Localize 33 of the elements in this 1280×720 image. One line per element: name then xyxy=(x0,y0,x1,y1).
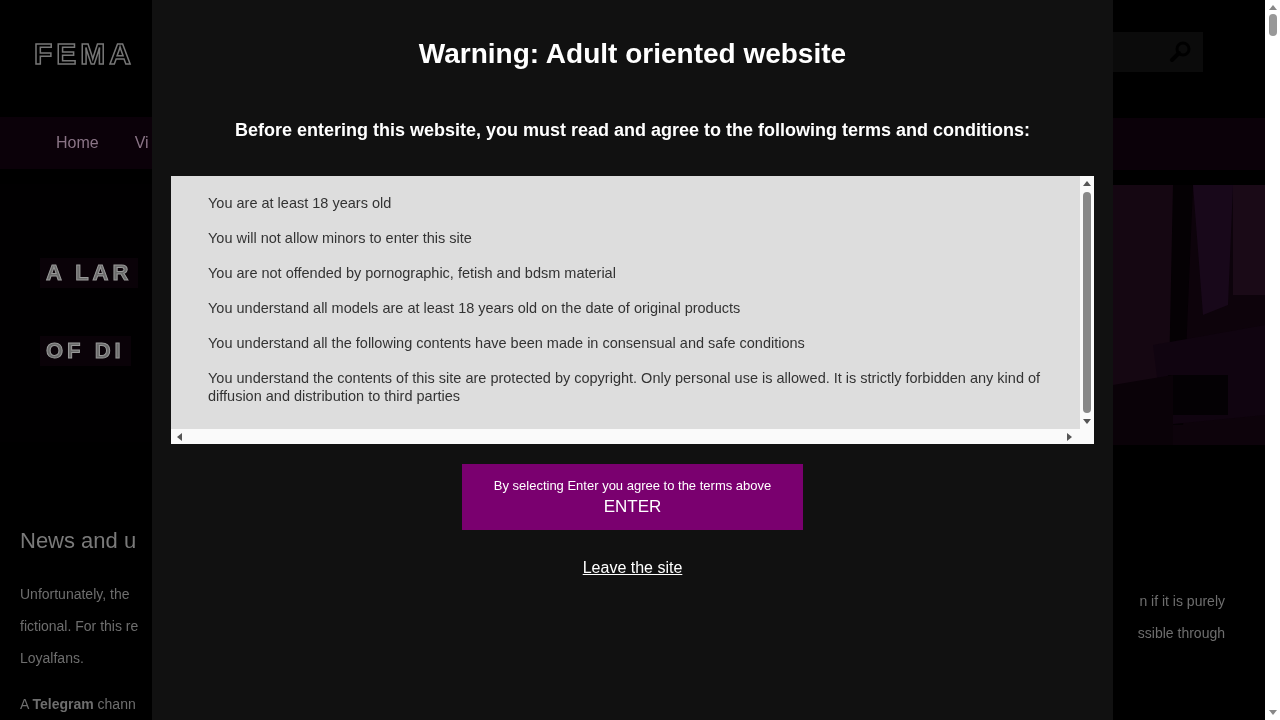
term-item: You are not offended by pornographic, fetish and bdsm material xyxy=(208,264,617,282)
term-item: You understand all the following contents have been made in consensual and safe conditions xyxy=(208,334,806,352)
arrow-up-icon[interactable] xyxy=(1267,3,1278,11)
nav-link[interactable]: Home xyxy=(56,133,99,152)
paragraph-text: fictional. For this re xyxy=(20,617,140,636)
paragraph-text: A Telegram chann xyxy=(20,695,137,714)
term-item: You understand the contents of this site are protected by copyright. Only personal use is allowed. It is strictly forbidden any kind of diffusion and distribution to third parties xyxy=(208,369,1042,405)
term-item: You are at least 18 years old xyxy=(208,194,393,212)
site-logo[interactable]: FEMA xyxy=(34,36,135,81)
arrow-down-icon[interactable] xyxy=(1082,418,1092,426)
term-item: You understand all models are at least 18 years old on the date of original products xyxy=(208,299,742,317)
paragraph-text: ssible through xyxy=(1136,624,1225,643)
scrollbar[interactable] xyxy=(1080,176,1094,429)
enter-button[interactable]: By selecting Enter you agree to the terms above ENTER xyxy=(462,464,803,530)
scroll-thumb[interactable] xyxy=(1083,192,1091,413)
term-item: You will not allow minors to enter this site xyxy=(208,229,473,247)
paragraph-text: n if it is purely xyxy=(1138,592,1225,611)
dialog-subtitle: Before entering this website, you must read and agree to the following terms and conditions: xyxy=(234,120,1031,141)
section-heading: News and u xyxy=(20,528,138,554)
hero-text: A LAR xyxy=(40,257,139,288)
arrow-up-icon[interactable] xyxy=(1082,179,1092,187)
nav-link[interactable]: Vi xyxy=(134,133,149,152)
hero-text: OF DI xyxy=(40,335,131,366)
scrollbar[interactable] xyxy=(1265,0,1280,720)
leave-link[interactable]: Leave the site xyxy=(582,559,683,577)
arrow-right-icon[interactable] xyxy=(1066,431,1074,442)
arrow-down-icon[interactable] xyxy=(1267,709,1278,717)
paragraph-text: Unfortunately, the xyxy=(20,585,131,604)
scrollbar[interactable] xyxy=(171,429,1094,444)
dialog-title: Warning: Adult oriented website xyxy=(418,38,847,70)
paragraph-text: Loyalfans. xyxy=(20,649,85,668)
arrow-left-icon[interactable] xyxy=(175,431,183,442)
scroll-thumb[interactable] xyxy=(1268,14,1277,36)
